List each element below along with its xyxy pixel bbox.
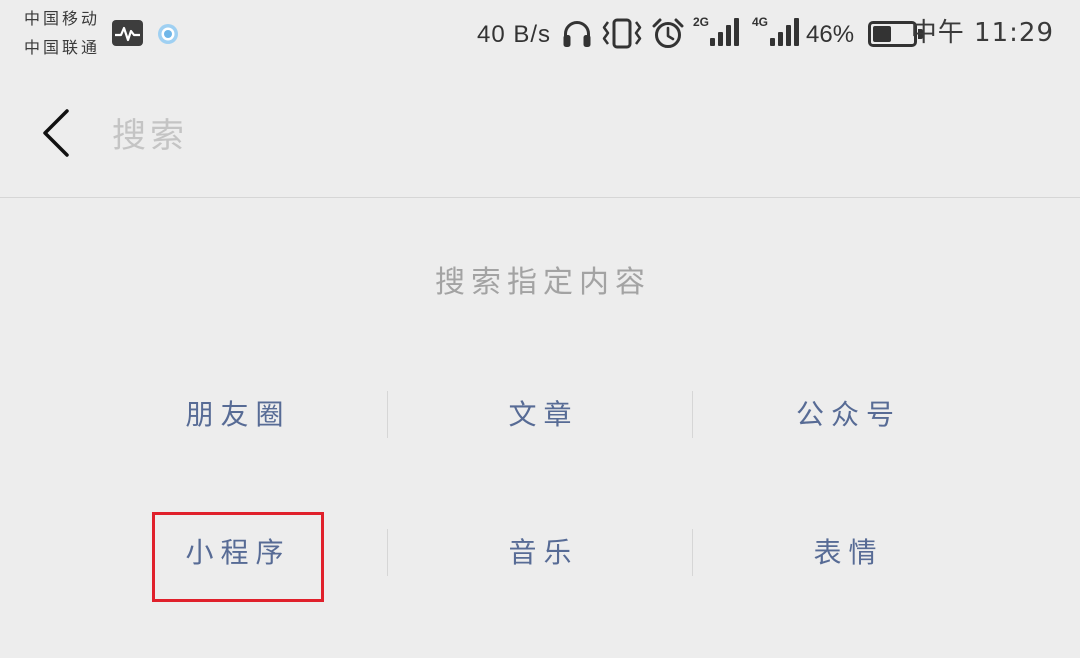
wechat-search-screen: 中国移动 中国联通 40 B/s 2G 4G 46% 中午 11:29 搜索 搜… [0, 0, 1080, 658]
status-bar: 中国移动 中国联通 40 B/s 2G 4G 46% 中午 11:29 [0, 0, 1080, 70]
category-label: 朋友圈 [185, 398, 291, 431]
search-hint: 搜索指定内容 [435, 265, 651, 300]
category-label: 公众号 [795, 398, 901, 431]
category-label: 表情 [813, 536, 884, 569]
back-button[interactable] [28, 98, 84, 168]
header-divider [0, 197, 1080, 198]
category-articles[interactable]: 文章 [387, 391, 692, 438]
battery-percentage: 46% [806, 21, 855, 48]
category-moments[interactable]: 朋友圈 [82, 391, 387, 438]
network-speed: 40 B/s [477, 21, 552, 48]
activity-monitor-icon [112, 20, 143, 46]
sim-2-network-type: 4G [752, 15, 769, 29]
signal-bars-icon [768, 17, 802, 47]
search-input[interactable] [112, 108, 1012, 164]
category-label: 音乐 [508, 536, 579, 569]
status-time: 中午 11:29 [910, 18, 1054, 48]
battery-body [868, 21, 917, 47]
category-stickers[interactable]: 表情 [692, 529, 997, 576]
alarm-icon [651, 18, 685, 49]
chevron-left-icon [43, 109, 69, 157]
category-label: 文章 [508, 398, 579, 431]
battery-level-fill [873, 26, 891, 42]
vibrate-icon [601, 18, 643, 49]
category-row: 朋友圈 文章 公众号 [82, 391, 997, 438]
category-music[interactable]: 音乐 [387, 529, 692, 576]
signal-bars-icon [708, 17, 742, 47]
carrier-name-1: 中国移动 [24, 9, 101, 28]
headphones-icon [562, 19, 592, 48]
carrier-name-2: 中国联通 [24, 38, 101, 57]
highlight-box [152, 512, 324, 602]
category-official-accounts[interactable]: 公众号 [692, 391, 997, 438]
sim-1-network-type: 2G [693, 15, 710, 29]
app-notification-icon [157, 23, 179, 45]
